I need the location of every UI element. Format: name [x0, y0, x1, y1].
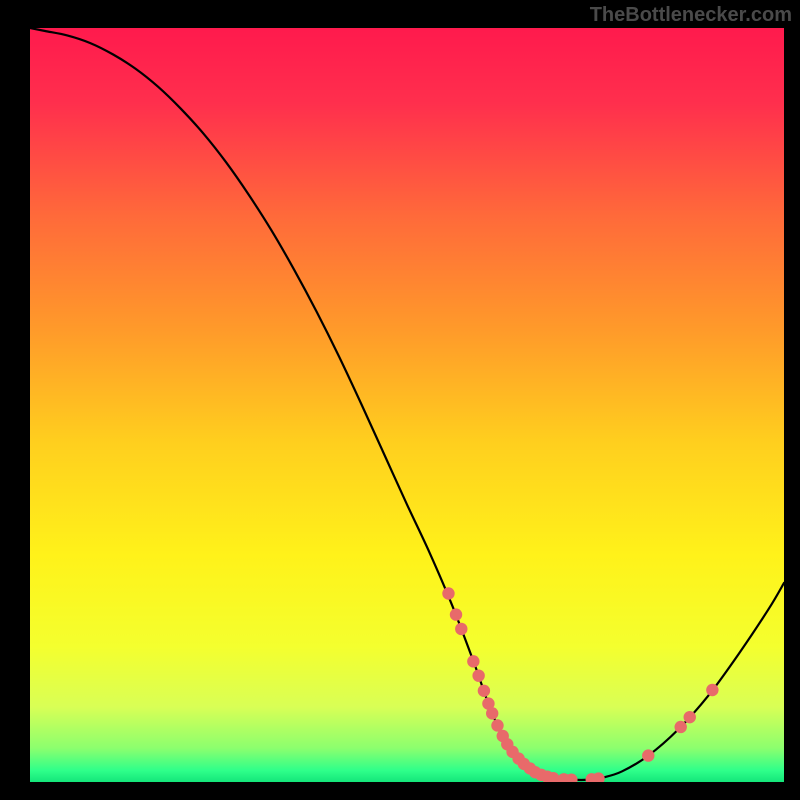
watermark-text: TheBottlenecker.com	[590, 4, 792, 27]
data-marker	[455, 623, 467, 635]
data-marker	[491, 719, 503, 731]
data-marker	[442, 587, 454, 599]
gradient-background	[30, 28, 784, 782]
bottleneck-chart	[30, 28, 784, 782]
data-marker	[467, 655, 479, 667]
data-marker	[472, 669, 484, 681]
data-marker	[706, 684, 718, 696]
chart-container: TheBottlenecker.com	[0, 0, 800, 800]
data-marker	[642, 749, 654, 761]
data-marker	[478, 685, 490, 697]
data-marker	[486, 707, 498, 719]
data-marker	[684, 711, 696, 723]
data-marker	[450, 608, 462, 620]
plot-area	[30, 28, 784, 782]
data-marker	[675, 721, 687, 733]
